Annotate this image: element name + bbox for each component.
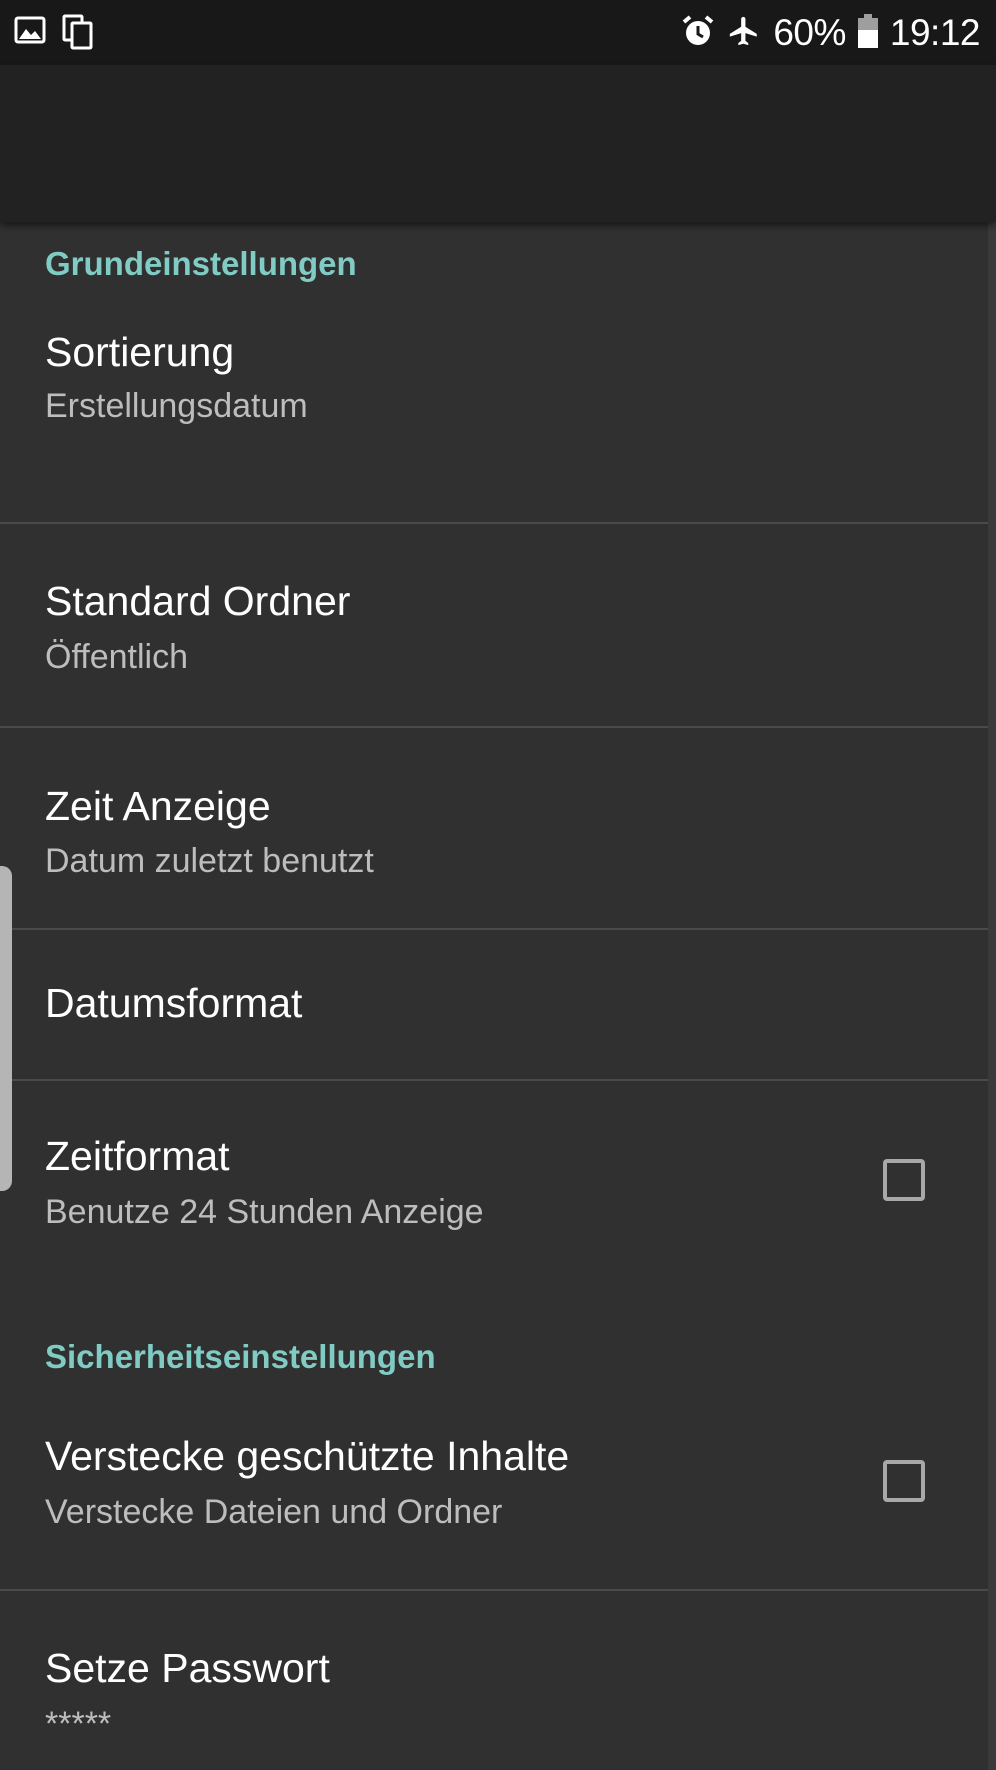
status-bar: 60% 19:12: [0, 0, 996, 65]
setting-hide-protected[interactable]: Verstecke geschützte Inhalte Verstecke D…: [0, 1392, 996, 1608]
setting-title: Setze Passwort: [45, 1645, 330, 1691]
section-header-security: Sicherheitseinstellungen: [45, 1338, 436, 1375]
setting-title: Datumsformat: [45, 980, 303, 1026]
setting-title: Verstecke geschützte Inhalte: [45, 1433, 570, 1479]
time-format-checkbox[interactable]: [883, 1159, 925, 1201]
setting-sort[interactable]: Sortierung Erstellungsdatum: [0, 307, 996, 473]
app-toolbar: [0, 65, 996, 222]
setting-summary: Öffentlich: [45, 638, 189, 676]
setting-title: Sortierung: [45, 329, 235, 375]
setting-set-password[interactable]: Setze Passwort *****: [0, 1591, 996, 1770]
setting-summary: Verstecke Dateien und Ordner: [45, 1493, 503, 1531]
airplane-mode-icon: [727, 14, 761, 53]
setting-title: Standard Ordner: [45, 578, 351, 624]
setting-time-display[interactable]: Zeit Anzeige Datum zuletzt benutzt: [0, 728, 996, 926]
battery-icon: [857, 13, 878, 53]
status-bar-system: 60% 19:12: [681, 8, 981, 58]
image-icon: [14, 14, 46, 55]
setting-summary: Erstellungsdatum: [45, 387, 308, 425]
setting-default-folder[interactable]: Standard Ordner Öffentlich: [0, 524, 996, 726]
setting-title: Zeit Anzeige: [45, 783, 271, 829]
setting-title: Zeitformat: [45, 1133, 230, 1179]
setting-date-format[interactable]: Datumsformat: [0, 930, 996, 1078]
setting-time-format[interactable]: Zeitformat Benutze 24 Stunden Anzeige: [0, 1081, 996, 1341]
scrollbar[interactable]: [988, 222, 996, 1770]
clock: 19:12: [889, 12, 981, 53]
setting-summary: Datum zuletzt benutzt: [45, 842, 374, 880]
hide-protected-checkbox[interactable]: [883, 1460, 925, 1502]
alarm-icon: [681, 14, 715, 53]
section-header-basic: Grundeinstellungen: [45, 245, 357, 282]
setting-summary: Benutze 24 Stunden Anzeige: [45, 1193, 484, 1231]
settings-list[interactable]: Grundeinstellungen Sortierung Erstellung…: [0, 222, 996, 1770]
status-bar-notifications: [14, 14, 94, 55]
setting-summary: *****: [45, 1705, 112, 1743]
edge-panel-handle[interactable]: [0, 866, 12, 1191]
battery-percentage: 60%: [773, 12, 846, 53]
copy-icon: [62, 14, 94, 55]
